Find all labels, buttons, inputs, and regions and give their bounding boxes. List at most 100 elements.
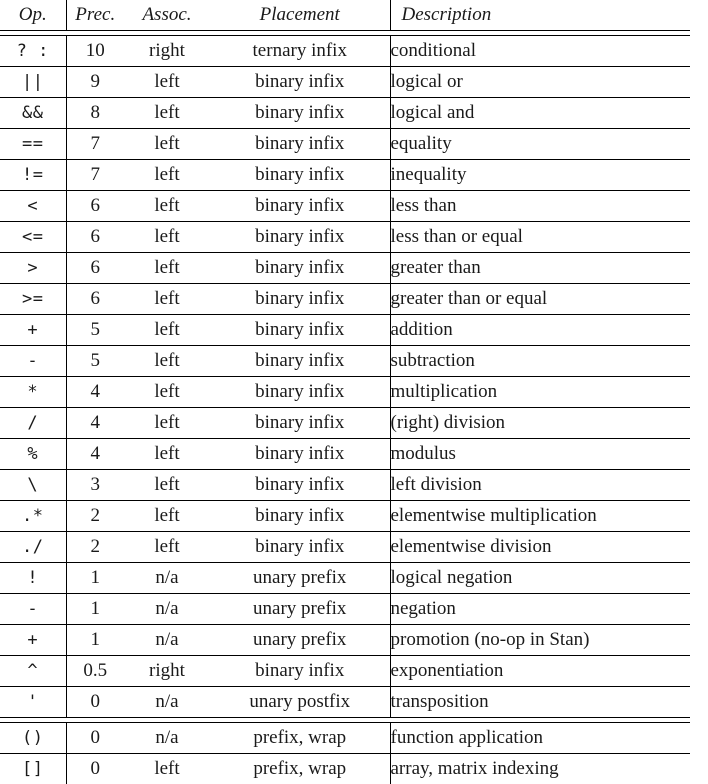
column-header-description: Description — [390, 0, 690, 31]
table-row: !1n/aunary prefixlogical negation — [0, 563, 690, 594]
header-row: Op. Prec. Assoc. Placement Description — [0, 0, 690, 31]
cell-operator: > — [0, 253, 66, 284]
cell-associativity: left — [124, 253, 210, 284]
cell-operator: - — [0, 346, 66, 377]
cell-placement: binary infix — [210, 439, 390, 470]
cell-description: logical and — [390, 98, 690, 129]
cell-placement: prefix, wrap — [210, 723, 390, 754]
cell-description: negation — [390, 594, 690, 625]
table-row: ==7leftbinary infixequality — [0, 129, 690, 160]
cell-associativity: left — [124, 439, 210, 470]
column-header-op: Op. — [0, 0, 66, 31]
cell-operator: == — [0, 129, 66, 160]
cell-description: array, matrix indexing — [390, 754, 690, 784]
cell-precedence: 8 — [66, 98, 124, 129]
table-row: '0n/aunary postfixtransposition — [0, 687, 690, 718]
cell-associativity: left — [124, 67, 210, 98]
cell-description: elementwise multiplication — [390, 501, 690, 532]
cell-operator: - — [0, 594, 66, 625]
cell-operator: [] — [0, 754, 66, 784]
cell-associativity: left — [124, 98, 210, 129]
cell-associativity: left — [124, 191, 210, 222]
cell-description: subtraction — [390, 346, 690, 377]
cell-description: conditional — [390, 36, 690, 67]
cell-associativity: right — [124, 36, 210, 67]
cell-precedence: 1 — [66, 563, 124, 594]
cell-associativity: left — [124, 129, 210, 160]
cell-precedence: 6 — [66, 253, 124, 284]
cell-precedence: 4 — [66, 377, 124, 408]
cell-precedence: 5 — [66, 315, 124, 346]
cell-precedence: 0 — [66, 687, 124, 718]
cell-description: less than — [390, 191, 690, 222]
cell-description: modulus — [390, 439, 690, 470]
cell-precedence: 0.5 — [66, 656, 124, 687]
cell-precedence: 7 — [66, 129, 124, 160]
cell-description: transposition — [390, 687, 690, 718]
table-row: <6leftbinary infixless than — [0, 191, 690, 222]
cell-placement: binary infix — [210, 532, 390, 563]
table-row: /4leftbinary infix(right) division — [0, 408, 690, 439]
table-row: .*2leftbinary infixelementwise multiplic… — [0, 501, 690, 532]
cell-operator: .* — [0, 501, 66, 532]
table-row: &&8leftbinary infixlogical and — [0, 98, 690, 129]
cell-operator: + — [0, 315, 66, 346]
cell-operator: != — [0, 160, 66, 191]
cell-placement: binary infix — [210, 315, 390, 346]
cell-precedence: 6 — [66, 191, 124, 222]
cell-description: logical negation — [390, 563, 690, 594]
table-row: ? :10rightternary infixconditional — [0, 36, 690, 67]
table-row: ()0n/aprefix, wrapfunction application — [0, 723, 690, 754]
cell-associativity: left — [124, 754, 210, 784]
cell-placement: ternary infix — [210, 36, 390, 67]
table-row: %4leftbinary infixmodulus — [0, 439, 690, 470]
cell-description: equality — [390, 129, 690, 160]
table-row: >=6leftbinary infixgreater than or equal — [0, 284, 690, 315]
cell-associativity: left — [124, 160, 210, 191]
column-header-placement: Placement — [210, 0, 390, 31]
cell-placement: binary infix — [210, 470, 390, 501]
cell-precedence: 1 — [66, 625, 124, 656]
cell-precedence: 5 — [66, 346, 124, 377]
operator-precedence-table-page: Op. Prec. Assoc. Placement Description ?… — [0, 0, 708, 741]
cell-operator: % — [0, 439, 66, 470]
table-row: *4leftbinary infixmultiplication — [0, 377, 690, 408]
column-header-prec: Prec. — [66, 0, 124, 31]
cell-operator: ? : — [0, 36, 66, 67]
cell-associativity: n/a — [124, 687, 210, 718]
cell-placement: unary prefix — [210, 563, 390, 594]
cell-associativity: left — [124, 346, 210, 377]
cell-operator: && — [0, 98, 66, 129]
cell-associativity: left — [124, 222, 210, 253]
cell-associativity: left — [124, 532, 210, 563]
cell-associativity: n/a — [124, 625, 210, 656]
table-row: <=6leftbinary infixless than or equal — [0, 222, 690, 253]
cell-precedence: 0 — [66, 723, 124, 754]
column-header-assoc: Assoc. — [124, 0, 210, 31]
table-row: +1n/aunary prefixpromotion (no-op in Sta… — [0, 625, 690, 656]
cell-associativity: left — [124, 408, 210, 439]
cell-associativity: left — [124, 315, 210, 346]
cell-description: greater than or equal — [390, 284, 690, 315]
cell-associativity: left — [124, 377, 210, 408]
cell-operator: ' — [0, 687, 66, 718]
cell-precedence: 10 — [66, 36, 124, 67]
cell-placement: binary infix — [210, 222, 390, 253]
cell-placement: binary infix — [210, 253, 390, 284]
cell-placement: binary infix — [210, 67, 390, 98]
cell-description: less than or equal — [390, 222, 690, 253]
cell-precedence: 0 — [66, 754, 124, 784]
cell-description: function application — [390, 723, 690, 754]
cell-operator: ./ — [0, 532, 66, 563]
cell-precedence: 2 — [66, 532, 124, 563]
cell-precedence: 6 — [66, 222, 124, 253]
cell-operator: () — [0, 723, 66, 754]
cell-operator: <= — [0, 222, 66, 253]
table-row: >6leftbinary infixgreater than — [0, 253, 690, 284]
table-row: ||9leftbinary infixlogical or — [0, 67, 690, 98]
cell-operator: || — [0, 67, 66, 98]
table-row: !=7leftbinary infixinequality — [0, 160, 690, 191]
operator-precedence-table: Op. Prec. Assoc. Placement Description ?… — [0, 0, 690, 784]
cell-precedence: 7 — [66, 160, 124, 191]
cell-placement: binary infix — [210, 501, 390, 532]
